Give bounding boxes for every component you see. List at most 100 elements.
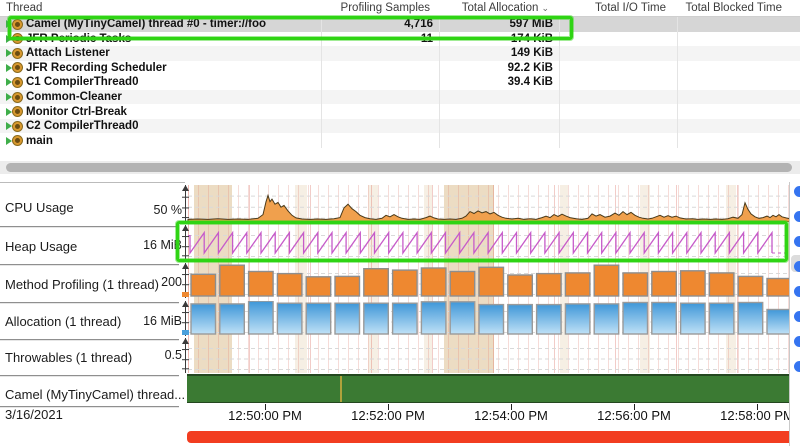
allocation-bar[interactable]: [652, 303, 677, 335]
method-profiling-bar[interactable]: [738, 276, 763, 296]
allocation-bar[interactable]: [565, 304, 590, 334]
thread-name: JFR Periodic Tasks: [26, 33, 131, 45]
allocation-bar[interactable]: [537, 305, 562, 334]
allocation-bar[interactable]: [681, 303, 706, 334]
table-row[interactable]: main: [0, 133, 800, 148]
track-toggle-icon[interactable]: [794, 211, 800, 222]
running-arrow-icon: [6, 35, 12, 43]
allocation-bar[interactable]: [220, 304, 245, 334]
axis-tick-label: 16 MiB: [120, 314, 182, 328]
column-header-total-i-o-time[interactable]: Total I/O Time: [555, 0, 672, 16]
column-header-thread[interactable]: Thread: [0, 0, 319, 16]
method-profiling-track[interactable]: [180, 263, 795, 298]
thread-lifeline-bar[interactable]: [187, 374, 795, 403]
method-profiling-bar[interactable]: [565, 273, 590, 296]
table-row[interactable]: JFR Periodic Tasks11174 KiB: [0, 32, 800, 47]
time-range-bar[interactable]: [187, 431, 793, 443]
method-profiling-bar[interactable]: [681, 271, 706, 296]
method-profiling-bar[interactable]: [277, 274, 302, 296]
method-profiling-bar[interactable]: [709, 273, 734, 296]
running-arrow-icon: [6, 20, 12, 28]
allocation-track[interactable]: [180, 301, 795, 336]
allocation-bar[interactable]: [479, 305, 504, 334]
allocation-bar[interactable]: [277, 303, 302, 334]
column-header-profiling-samples[interactable]: Profiling Samples: [319, 0, 436, 16]
track-label-heap-usage[interactable]: Heap Usage: [5, 239, 77, 254]
method-profiling-bar[interactable]: [220, 265, 245, 296]
track-label-cpu-usage[interactable]: CPU Usage: [5, 200, 74, 215]
table-row[interactable]: JFR Recording Scheduler92.2 KiB: [0, 61, 800, 76]
track-label-throwables-1-thread-[interactable]: Throwables (1 thread): [5, 350, 132, 365]
cell-allocation: 39.4 KiB: [440, 75, 560, 90]
thread-table-header: ThreadProfiling SamplesTotal Allocation⌄…: [0, 0, 800, 17]
method-profiling-bar[interactable]: [393, 270, 418, 296]
allocation-bar[interactable]: [393, 303, 418, 334]
running-arrow-icon: [6, 137, 12, 145]
right-icon-strip[interactable]: [789, 182, 800, 446]
heap-usage-track[interactable]: [180, 225, 795, 260]
method-profiling-bar[interactable]: [191, 274, 216, 296]
track-label-camel-mytinycamel-thread-[interactable]: Camel (MyTinyCamel) thread...: [5, 387, 185, 402]
method-profiling-bar[interactable]: [421, 268, 446, 296]
allocation-bar[interactable]: [623, 303, 648, 335]
allocation-bar[interactable]: [191, 304, 216, 334]
allocation-bar[interactable]: [594, 304, 619, 334]
table-row[interactable]: C2 CompilerThread0: [0, 119, 800, 134]
running-arrow-icon: [6, 122, 12, 130]
allocation-bar[interactable]: [508, 305, 533, 334]
allocation-bar[interactable]: [421, 302, 446, 334]
cpu-usage-track[interactable]: [180, 185, 795, 222]
column-header-total-allocation[interactable]: Total Allocation⌄: [436, 0, 555, 16]
thread-icon: [13, 107, 22, 116]
method-profiling-bar[interactable]: [306, 277, 331, 296]
allocation-bar[interactable]: [738, 303, 763, 335]
cell-io: [560, 119, 678, 134]
table-row[interactable]: Monitor Ctrl-Break: [0, 104, 800, 119]
table-horizontal-scrollbar-thumb[interactable]: [6, 163, 792, 172]
method-profiling-bar[interactable]: [767, 279, 792, 297]
track-toggle-icon[interactable]: [794, 361, 800, 372]
cell-allocation: [440, 133, 560, 148]
method-profiling-bar[interactable]: [594, 265, 619, 296]
thread-state-icon: [6, 107, 22, 116]
track-toggle-icon[interactable]: [794, 336, 800, 347]
column-header-total-blocked-time[interactable]: Total Blocked Time: [672, 0, 788, 16]
track-toggle-icon[interactable]: [794, 186, 800, 197]
chart-area[interactable]: 12:50:00 PM12:52:00 PM12:54:00 PM12:56:0…: [180, 180, 795, 426]
throwables-track[interactable]: [180, 338, 795, 373]
method-profiling-bar[interactable]: [623, 273, 648, 296]
cell-io: [560, 104, 678, 119]
allocation-bar[interactable]: [335, 303, 360, 334]
cell-allocation: 92.2 KiB: [440, 61, 560, 76]
track-toggle-icon[interactable]: [794, 311, 800, 322]
track-toggle-icon[interactable]: [794, 236, 800, 247]
time-axis-label: 12:50:00 PM: [205, 408, 325, 423]
cell-allocation: 174 KiB: [440, 32, 560, 47]
cell-samples: [322, 61, 440, 76]
allocation-bar[interactable]: [364, 303, 389, 334]
track-toggle-icon[interactable]: [794, 286, 800, 297]
label-separator: [0, 339, 179, 340]
method-profiling-bar[interactable]: [364, 269, 389, 296]
method-profiling-bar[interactable]: [479, 267, 504, 296]
table-row[interactable]: Camel (MyTinyCamel) thread #0 - timer://…: [0, 17, 800, 32]
method-profiling-bar[interactable]: [450, 272, 475, 297]
method-profiling-bar[interactable]: [249, 272, 274, 297]
track-toggle-icon[interactable]: [794, 261, 800, 272]
method-profiling-bar[interactable]: [652, 272, 677, 297]
method-profiling-bar[interactable]: [537, 274, 562, 296]
allocation-bar[interactable]: [249, 301, 274, 334]
thread-state-icon: [6, 136, 22, 145]
allocation-bar[interactable]: [450, 302, 475, 334]
allocation-bar[interactable]: [767, 310, 792, 335]
table-horizontal-scrollbar-track[interactable]: [0, 161, 800, 174]
method-profiling-bar[interactable]: [335, 276, 360, 296]
table-row[interactable]: Common-Cleaner: [0, 90, 800, 105]
table-row[interactable]: C1 CompilerThread039.4 KiB: [0, 75, 800, 90]
allocation-bar[interactable]: [306, 303, 331, 334]
allocation-bar[interactable]: [709, 303, 734, 334]
track-label-allocation-1-thread-[interactable]: Allocation (1 thread): [5, 314, 121, 329]
cell-allocation: 149 KiB: [440, 46, 560, 61]
method-profiling-bar[interactable]: [508, 275, 533, 296]
table-row[interactable]: Attach Listener149 KiB: [0, 46, 800, 61]
